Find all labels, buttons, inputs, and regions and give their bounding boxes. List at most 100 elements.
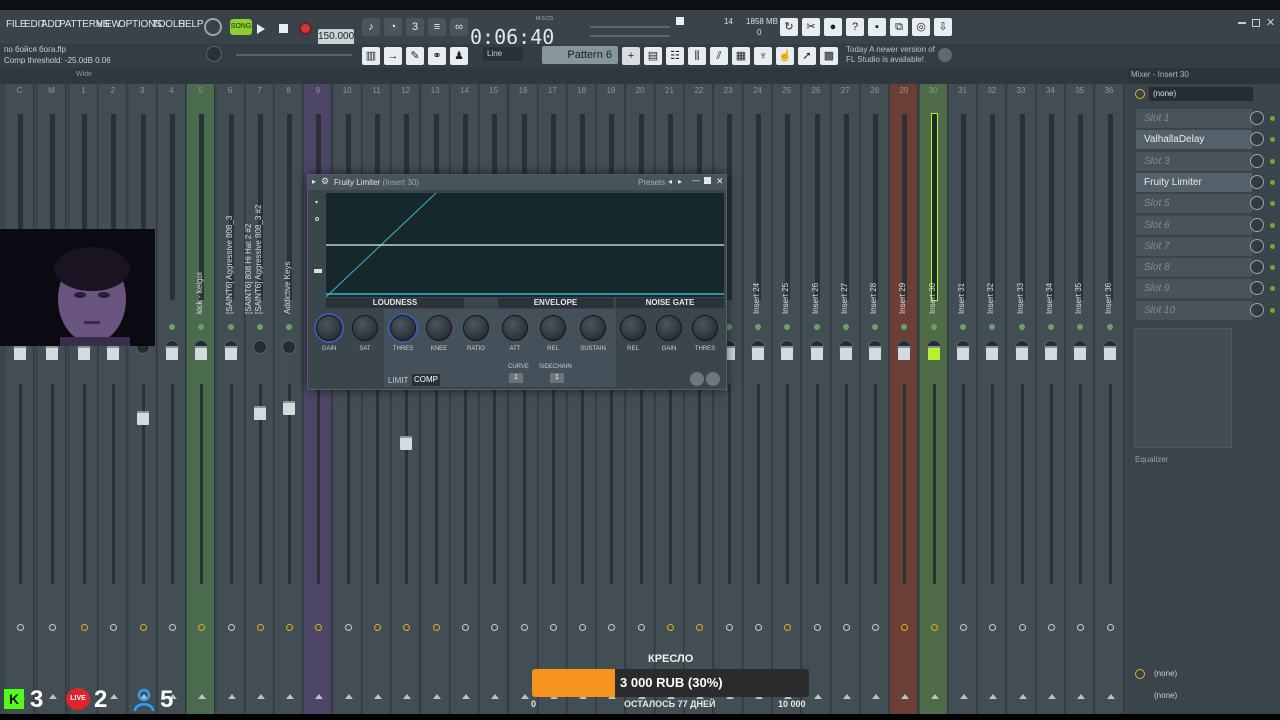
route-knob[interactable] xyxy=(168,624,176,631)
plugin-icon[interactable]: ⧉ xyxy=(890,18,908,36)
route-knob[interactable] xyxy=(549,624,557,631)
volume-fader[interactable] xyxy=(957,346,969,360)
route-knob[interactable] xyxy=(901,624,909,631)
sat-knob[interactable] xyxy=(352,315,378,341)
volume-fader[interactable] xyxy=(46,346,58,360)
record-icon[interactable] xyxy=(299,22,312,35)
volume-fader[interactable] xyxy=(898,346,911,360)
volume-fader[interactable] xyxy=(195,346,208,360)
att-knob[interactable] xyxy=(502,315,528,341)
stop-icon[interactable] xyxy=(279,24,288,33)
gain-knob[interactable] xyxy=(316,315,342,341)
gate-toggle-a[interactable] xyxy=(690,372,704,386)
route-knob[interactable] xyxy=(1018,624,1026,631)
slot-enable-led[interactable] xyxy=(1270,222,1275,228)
menu-help[interactable]: HELP xyxy=(178,19,204,30)
send-arrow-icon[interactable] xyxy=(403,694,412,699)
knee-knob[interactable] xyxy=(426,315,452,341)
slot-enable-led[interactable] xyxy=(1270,158,1275,164)
route-knob[interactable] xyxy=(432,624,440,631)
metronome-icon[interactable]: ♪ xyxy=(362,18,380,36)
plugin-menu-arrow-icon[interactable]: ▸ xyxy=(312,177,316,186)
track-enable-led[interactable] xyxy=(198,324,205,330)
position-slider[interactable] xyxy=(236,54,352,56)
limit-mode-button[interactable]: LIMIT xyxy=(388,376,408,385)
mixer-track-29[interactable]: 29 Insert 29 xyxy=(890,84,919,720)
volume-fader[interactable] xyxy=(165,346,178,360)
countdown-icon[interactable]: 3 xyxy=(406,18,424,36)
volume-fader[interactable] xyxy=(986,346,999,360)
circle-icon[interactable] xyxy=(315,217,319,221)
volume-fader[interactable] xyxy=(781,346,794,360)
output-a-select[interactable]: (none) xyxy=(1154,669,1177,678)
brush-icon[interactable]: ✎ xyxy=(406,47,424,65)
route-knob[interactable] xyxy=(842,624,850,631)
track-enable-led[interactable] xyxy=(1018,324,1025,330)
mixer-track-34[interactable]: 34 Insert 34 xyxy=(1036,84,1065,720)
slot-enable-led[interactable] xyxy=(1270,307,1275,313)
route-knob[interactable] xyxy=(960,624,967,631)
volume-fader[interactable] xyxy=(1103,346,1116,360)
route-knob[interactable] xyxy=(579,624,587,631)
pan-knob[interactable] xyxy=(252,340,267,354)
download-icon[interactable]: ⇩ xyxy=(934,18,952,36)
track-enable-led[interactable] xyxy=(813,324,820,330)
rel-knob[interactable] xyxy=(620,315,646,341)
effect-slot-3[interactable]: Slot 3 xyxy=(1136,151,1252,171)
route-knob[interactable] xyxy=(784,624,792,631)
send-arrow-icon[interactable] xyxy=(344,694,353,699)
track-enable-led[interactable] xyxy=(1106,324,1113,330)
slot-mix-knob[interactable] xyxy=(1250,174,1264,189)
news-panel[interactable]: Today A newer version of FL Studio is av… xyxy=(846,45,938,65)
route-knob[interactable] xyxy=(227,624,235,631)
effect-slot-7[interactable]: Slot 7 xyxy=(1136,236,1252,256)
mixer-track-33[interactable]: 33 Insert 33 xyxy=(1007,84,1036,720)
send-arrow-icon[interactable] xyxy=(1106,694,1115,699)
route-knob[interactable] xyxy=(520,624,528,631)
plugin-close-icon[interactable]: ✕ xyxy=(716,176,724,187)
route-knob[interactable] xyxy=(754,624,762,631)
stamp-icon[interactable]: ♟ xyxy=(450,47,468,65)
plugin-db-icon[interactable]: ♆ xyxy=(754,47,772,65)
route-knob[interactable] xyxy=(1047,624,1055,631)
close-icon[interactable]: ✕ xyxy=(1266,16,1275,29)
pan-knob[interactable] xyxy=(282,340,297,354)
send-arrow-icon[interactable] xyxy=(227,694,236,699)
equalizer-graph[interactable] xyxy=(1134,328,1232,448)
track-enable-led[interactable] xyxy=(901,324,908,330)
volume-fader[interactable] xyxy=(810,346,823,360)
route-knob[interactable] xyxy=(491,624,499,631)
route-knob[interactable] xyxy=(461,624,469,631)
channel-rack-icon[interactable]: ☷ xyxy=(666,47,684,65)
playlist-icon[interactable]: → xyxy=(384,47,402,65)
route-knob[interactable] xyxy=(17,624,24,631)
volume-fader[interactable] xyxy=(1044,346,1057,360)
send-arrow-icon[interactable] xyxy=(901,694,910,699)
mixer-track-32[interactable]: 32 Insert 32 xyxy=(978,84,1007,720)
slot-mix-knob[interactable] xyxy=(1250,111,1264,125)
maximize-icon[interactable] xyxy=(1252,19,1260,27)
slot-mix-knob[interactable] xyxy=(1250,217,1264,232)
send-arrow-icon[interactable] xyxy=(374,694,382,699)
effect-slot-1[interactable]: Slot 1 xyxy=(1136,109,1252,128)
effect-slot-5[interactable]: Slot 5 xyxy=(1136,194,1252,214)
route-knob[interactable] xyxy=(374,624,381,631)
mixer-track-5[interactable]: 5 kick - keigoi xyxy=(187,84,216,720)
mixer-track-c[interactable]: C xyxy=(6,84,34,720)
volume-fader[interactable] xyxy=(869,346,882,360)
volume-fader[interactable] xyxy=(224,346,237,360)
send-arrow-icon[interactable] xyxy=(1077,694,1086,699)
volume-fader[interactable] xyxy=(839,346,852,360)
comp-mode-button[interactable]: COMP xyxy=(412,374,440,386)
mixer-track-36[interactable]: 36 Insert 36 xyxy=(1095,84,1124,720)
effect-slot-4[interactable]: Fruity Limiter xyxy=(1136,172,1252,192)
route-knob[interactable] xyxy=(256,624,264,631)
mixer-track-2[interactable]: 2 xyxy=(99,84,128,720)
mixer-track-35[interactable]: 35 Insert 35 xyxy=(1066,84,1095,720)
output-icon[interactable] xyxy=(1135,669,1145,679)
volume-fader[interactable] xyxy=(1074,346,1087,360)
volume-fader[interactable] xyxy=(136,411,149,425)
ratio-knob[interactable] xyxy=(463,315,489,341)
send-arrow-icon[interactable] xyxy=(989,694,998,699)
track-enable-led[interactable] xyxy=(168,324,175,330)
